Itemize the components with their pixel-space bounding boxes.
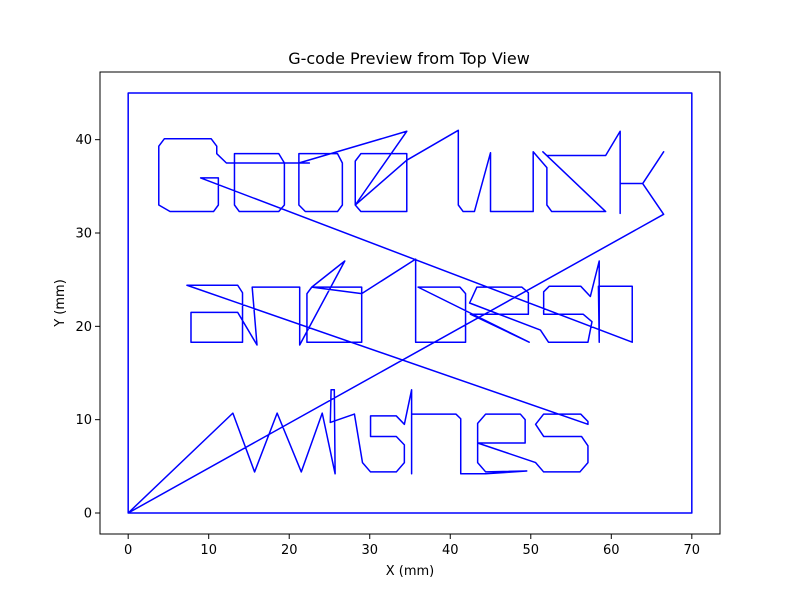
y-tick-label: 10	[75, 413, 92, 428]
x-tick-label: 40	[442, 543, 459, 558]
chart-title: G-code Preview from Top View	[288, 49, 530, 68]
x-tick-label: 50	[523, 543, 540, 558]
x-tick-label: 70	[684, 543, 701, 558]
y-axis-label: Y (mm)	[53, 279, 68, 328]
x-tick-label: 20	[281, 543, 298, 558]
gcode-chart: G-code Preview from Top View 0 10 20 30 40 50…	[0, 0, 800, 600]
y-tick-label: 40	[75, 133, 92, 148]
x-tick-label: 60	[603, 543, 620, 558]
x-tick-label: 30	[361, 543, 378, 558]
x-tick-label: 10	[200, 543, 217, 558]
y-tick-label: 20	[75, 320, 92, 335]
y-tick-label: 30	[75, 227, 92, 242]
figure-background	[0, 0, 800, 600]
y-tick-label: 0	[84, 507, 92, 522]
x-axis-label: X (mm)	[386, 564, 435, 579]
x-tick-label: 0	[124, 543, 132, 558]
